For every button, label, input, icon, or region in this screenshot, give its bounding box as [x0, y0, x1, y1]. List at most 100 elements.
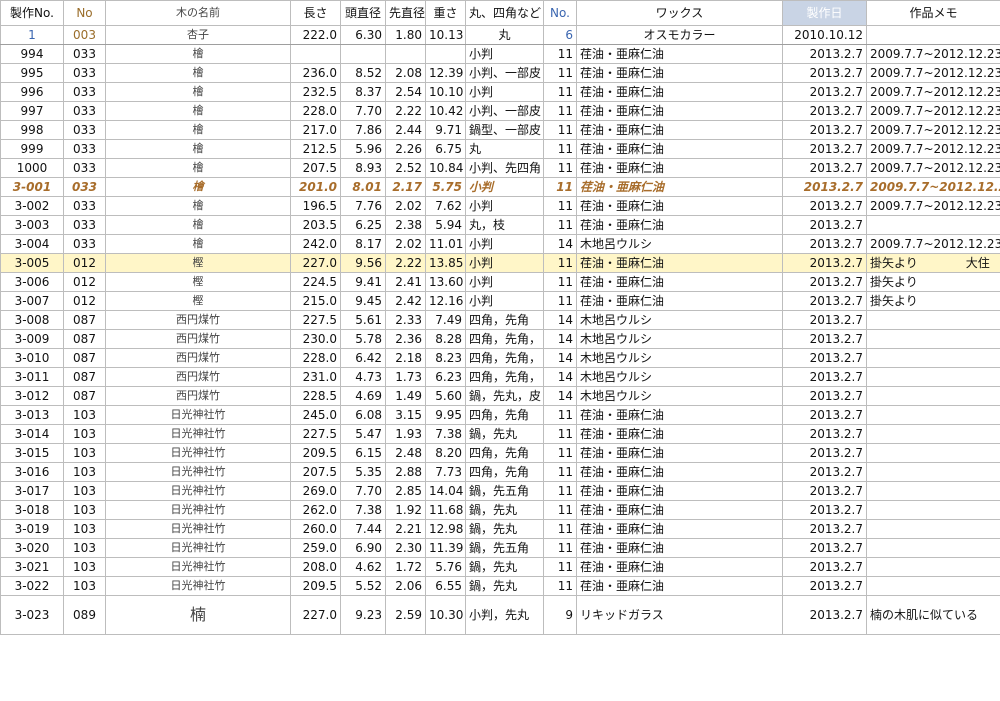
cell-wood-name[interactable]: 檜 — [105, 44, 291, 64]
cell-shape[interactable]: 小判、先四角 — [465, 158, 544, 178]
cell-seisaku-no[interactable]: 3-022 — [0, 576, 64, 596]
cell-memo[interactable] — [866, 500, 1000, 520]
cell-shape[interactable]: 丸，枝 — [465, 215, 544, 235]
cell-memo[interactable] — [866, 424, 1000, 444]
cell-wood-name[interactable]: 日光神社竹 — [105, 538, 291, 558]
cell-weight[interactable]: 13.85 — [425, 253, 466, 273]
cell-length[interactable]: 227.0 — [290, 595, 341, 635]
cell-tip-diameter[interactable] — [385, 44, 426, 64]
cell-head-diameter[interactable]: 5.61 — [340, 310, 386, 330]
cell-memo[interactable] — [866, 538, 1000, 558]
cell-wood-name[interactable]: 日光神社竹 — [105, 519, 291, 539]
cell-weight[interactable]: 11.39 — [425, 538, 466, 558]
cell-no[interactable]: 033 — [63, 44, 106, 64]
cell-tip-diameter[interactable]: 2.44 — [385, 120, 426, 140]
cell-no[interactable]: 012 — [63, 253, 106, 273]
cell-no[interactable]: 033 — [63, 215, 106, 235]
cell-weight[interactable]: 5.76 — [425, 557, 466, 577]
cell-length[interactable] — [290, 44, 341, 64]
cell-weight[interactable]: 8.23 — [425, 348, 466, 368]
cell-wax[interactable]: 荏油・亜麻仁油 — [576, 272, 783, 292]
cell-weight[interactable]: 12.16 — [425, 291, 466, 311]
cell-length[interactable]: 228.5 — [290, 386, 341, 406]
cell-date[interactable]: 2013.2.7 — [782, 196, 867, 216]
cell-wax-no[interactable]: 11 — [543, 253, 577, 273]
cell-shape[interactable]: 四角，先角 — [465, 443, 544, 463]
cell-length[interactable]: 207.5 — [290, 158, 341, 178]
cell-wood-name[interactable]: 日光神社竹 — [105, 443, 291, 463]
cell-length[interactable]: 196.5 — [290, 196, 341, 216]
cell-wax[interactable]: 荏油・亜麻仁油 — [576, 139, 783, 159]
cell-shape[interactable]: 鍋，先丸 — [465, 424, 544, 444]
cell-length[interactable]: 228.0 — [290, 348, 341, 368]
cell-memo[interactable] — [866, 443, 1000, 463]
cell-no[interactable]: 033 — [63, 234, 106, 254]
cell-tip-diameter[interactable]: 2.88 — [385, 462, 426, 482]
cell-wax-no[interactable]: 11 — [543, 405, 577, 425]
cell-wax-no[interactable]: 11 — [543, 101, 577, 121]
cell-date[interactable]: 2013.2.7 — [782, 158, 867, 178]
cell-memo[interactable] — [866, 405, 1000, 425]
cell-date[interactable]: 2013.2.7 — [782, 386, 867, 406]
cell-wood-name[interactable]: 檜 — [105, 215, 291, 235]
cell-date[interactable]: 2013.2.7 — [782, 291, 867, 311]
cell-seisaku-no[interactable]: 3-015 — [0, 443, 64, 463]
cell-head-diameter[interactable]: 6.30 — [340, 25, 386, 45]
cell-head-diameter[interactable]: 4.73 — [340, 367, 386, 387]
cell-wax-no[interactable]: 11 — [543, 82, 577, 102]
cell-wood-name[interactable]: 樫 — [105, 291, 291, 311]
cell-seisaku-no[interactable]: 3-003 — [0, 215, 64, 235]
header-wood-name[interactable]: 木の名前 — [105, 0, 291, 26]
cell-wax[interactable]: 荏油・亜麻仁油 — [576, 443, 783, 463]
cell-length[interactable]: 245.0 — [290, 405, 341, 425]
cell-head-diameter[interactable]: 5.47 — [340, 424, 386, 444]
cell-length[interactable]: 217.0 — [290, 120, 341, 140]
cell-wax-no[interactable]: 14 — [543, 234, 577, 254]
cell-date[interactable]: 2013.2.7 — [782, 348, 867, 368]
cell-wood-name[interactable]: 檜 — [105, 82, 291, 102]
cell-wax-no[interactable]: 11 — [543, 576, 577, 596]
cell-length[interactable]: 227.5 — [290, 424, 341, 444]
cell-wax-no[interactable]: 11 — [543, 291, 577, 311]
cell-memo[interactable]: 2009.7.7~2012.12.23 — [866, 177, 1000, 197]
cell-head-diameter[interactable]: 7.86 — [340, 120, 386, 140]
cell-wax-no[interactable]: 11 — [543, 557, 577, 577]
cell-wax-no[interactable]: 14 — [543, 386, 577, 406]
cell-seisaku-no[interactable]: 998 — [0, 120, 64, 140]
cell-head-diameter[interactable]: 7.44 — [340, 519, 386, 539]
cell-wax-no[interactable]: 11 — [543, 63, 577, 83]
cell-weight[interactable]: 7.38 — [425, 424, 466, 444]
cell-wax[interactable]: 荏油・亜麻仁油 — [576, 101, 783, 121]
cell-date[interactable]: 2013.2.7 — [782, 139, 867, 159]
cell-wax[interactable]: 木地呂ウルシ — [576, 386, 783, 406]
cell-date[interactable]: 2013.2.7 — [782, 120, 867, 140]
cell-seisaku-no[interactable]: 3-010 — [0, 348, 64, 368]
cell-length[interactable]: 222.0 — [290, 25, 341, 45]
cell-no[interactable]: 033 — [63, 139, 106, 159]
header-wax-no[interactable]: No. — [543, 0, 577, 26]
cell-wood-name[interactable]: 檜 — [105, 139, 291, 159]
cell-shape[interactable]: 鍋，先丸，皮 — [465, 386, 544, 406]
cell-tip-diameter[interactable]: 2.36 — [385, 329, 426, 349]
cell-wax[interactable]: 木地呂ウルシ — [576, 348, 783, 368]
cell-seisaku-no[interactable]: 3-020 — [0, 538, 64, 558]
cell-tip-diameter[interactable]: 2.41 — [385, 272, 426, 292]
cell-wax[interactable]: 荏油・亜麻仁油 — [576, 519, 783, 539]
cell-head-diameter[interactable]: 5.52 — [340, 576, 386, 596]
cell-no[interactable]: 103 — [63, 576, 106, 596]
cell-tip-diameter[interactable]: 1.92 — [385, 500, 426, 520]
cell-head-diameter[interactable] — [340, 44, 386, 64]
cell-date[interactable]: 2013.2.7 — [782, 519, 867, 539]
cell-shape[interactable]: 小判 — [465, 234, 544, 254]
cell-wood-name[interactable]: 西円煤竹 — [105, 348, 291, 368]
cell-head-diameter[interactable]: 9.41 — [340, 272, 386, 292]
cell-tip-diameter[interactable]: 2.30 — [385, 538, 426, 558]
cell-wax[interactable]: リキッドガラス — [576, 595, 783, 635]
cell-memo[interactable] — [866, 215, 1000, 235]
cell-seisaku-no[interactable]: 3-001 — [0, 177, 64, 197]
cell-no[interactable]: 012 — [63, 291, 106, 311]
cell-wood-name[interactable]: 樫 — [105, 253, 291, 273]
cell-length[interactable]: 231.0 — [290, 367, 341, 387]
cell-wax-no[interactable]: 14 — [543, 329, 577, 349]
cell-length[interactable]: 262.0 — [290, 500, 341, 520]
